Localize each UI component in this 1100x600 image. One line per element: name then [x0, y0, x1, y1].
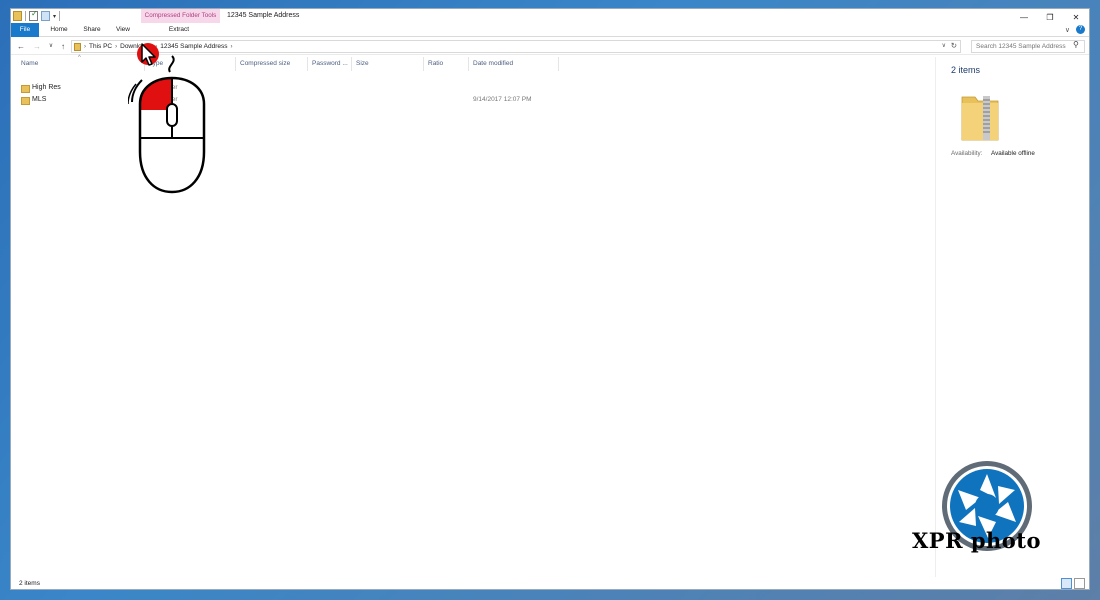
search-input[interactable]	[971, 40, 1085, 53]
file-date: 9/14/2017 12:07 PM	[473, 96, 532, 103]
tab-view[interactable]: View	[109, 23, 137, 37]
availability-label: Availability:	[951, 150, 983, 157]
column-password-protected[interactable]: Password ...	[308, 57, 352, 71]
column-ratio[interactable]: Ratio	[424, 57, 469, 71]
folder-icon[interactable]	[13, 11, 22, 21]
file-name: High Res	[32, 84, 61, 91]
tab-extract[interactable]: Extract	[161, 23, 197, 37]
breadcrumb-this-pc[interactable]: This PC	[86, 43, 115, 50]
refresh-icon[interactable]: ↻	[951, 41, 957, 50]
column-compressed-size[interactable]: Compressed size	[236, 57, 308, 71]
watermark-text: XPR photo	[912, 528, 1042, 553]
details-view-icon[interactable]	[1061, 578, 1072, 589]
up-arrow-icon[interactable]: ↑	[57, 40, 69, 53]
breadcrumb-separator[interactable]: ›	[231, 44, 233, 50]
folder-icon	[74, 42, 81, 51]
details-item-count: 2 items	[951, 65, 981, 75]
mouse-left-click-icon	[128, 43, 206, 194]
address-dropdown-icon[interactable]: ∨	[942, 42, 946, 49]
recent-dropdown-icon[interactable]: ∨	[45, 40, 57, 53]
tab-share[interactable]: Share	[77, 23, 107, 37]
view-switcher	[1061, 578, 1085, 589]
separator	[59, 11, 61, 21]
status-item-count: 2 items	[19, 580, 40, 587]
ribbon-right-controls: ∨ ?	[1065, 25, 1085, 34]
back-arrow-icon[interactable]: ←	[15, 40, 27, 53]
chevron-down-icon[interactable]: ∨	[1065, 26, 1070, 34]
file-row[interactable]: MLS File folder 9/14/2017 12:07 PM	[11, 95, 571, 107]
large-icons-view-icon[interactable]	[1074, 578, 1085, 589]
column-headers: ^ Name Type Compressed size Password ...…	[11, 55, 571, 71]
window-title: 12345 Sample Address	[227, 12, 300, 19]
column-size[interactable]: Size	[352, 57, 424, 71]
ribbon-tabs: File Home Share View Extract ∨ ?	[11, 23, 1089, 37]
search-icon[interactable]: ⚲	[1073, 40, 1079, 49]
column-date-modified[interactable]: Date modified	[469, 57, 559, 71]
file-row[interactable]: High Res File folder	[11, 83, 571, 95]
customize-toolbar-icon[interactable]: ▾	[53, 13, 56, 20]
tab-file[interactable]: File	[11, 23, 39, 37]
file-name: MLS	[32, 96, 47, 103]
tab-home[interactable]: Home	[44, 23, 74, 37]
column-name[interactable]: Name	[17, 57, 145, 71]
folder-icon	[21, 85, 30, 93]
separator	[25, 11, 26, 21]
forward-arrow-icon[interactable]: →	[31, 40, 43, 53]
status-bar: 2 items	[11, 577, 1089, 589]
help-icon[interactable]: ?	[1076, 25, 1085, 34]
availability-value: Available offline	[991, 150, 1035, 157]
new-folder-icon[interactable]	[41, 11, 50, 21]
checkmark-icon[interactable]	[29, 9, 38, 21]
zip-folder-icon	[961, 96, 999, 141]
aperture-logo	[942, 461, 1032, 551]
quick-access-toolbar: ▾	[13, 9, 61, 21]
context-tab-group: Compressed Folder Tools	[141, 9, 220, 23]
folder-icon	[21, 97, 30, 105]
